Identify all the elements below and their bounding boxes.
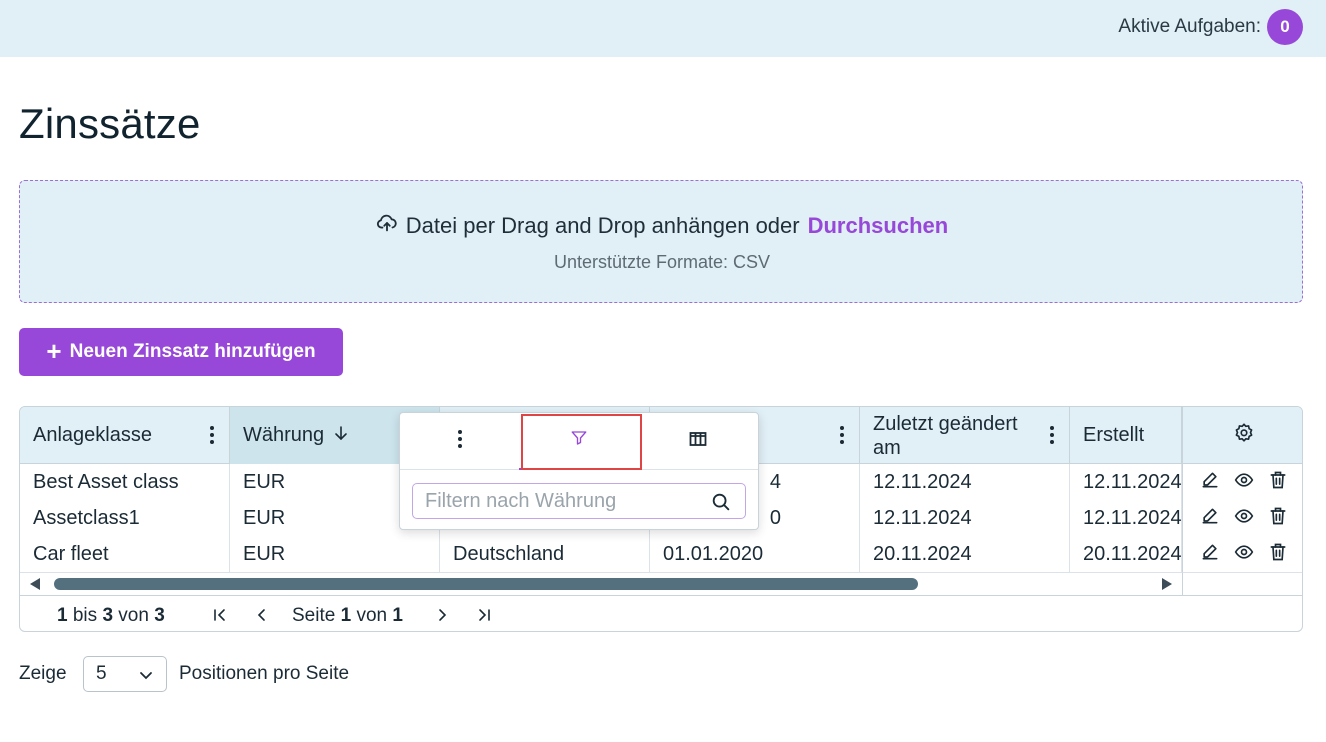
browse-link[interactable]: Durchsuchen — [808, 213, 949, 239]
scroll-right-icon[interactable] — [1162, 578, 1172, 590]
cell-anlageklasse: Car fleet — [20, 536, 230, 572]
column-header-erstellt[interactable]: Erstellt — [1070, 407, 1182, 464]
total-pages: 1 — [392, 605, 403, 626]
column-menu-icon[interactable] — [1043, 423, 1061, 447]
row-actions — [1183, 500, 1302, 536]
per-page-suffix: Positionen pro Seite — [179, 663, 350, 684]
menu-icon — [457, 429, 463, 454]
table-row[interactable]: Car fleet EUR Deutschland 01.01.2020 20.… — [20, 536, 1182, 572]
edit-icon[interactable] — [1200, 470, 1220, 495]
chevron-down-icon — [138, 667, 154, 689]
popup-tabs — [400, 413, 758, 470]
supported-formats: Unterstützte Formate: CSV — [553, 252, 771, 272]
search-icon — [710, 491, 732, 513]
row-actions — [1183, 464, 1302, 500]
trash-icon[interactable] — [1268, 470, 1288, 495]
cell-datum: 01.01.2020 — [650, 536, 860, 572]
scrollbar-thumb[interactable] — [54, 578, 918, 590]
dropzone-label: Datei per Drag and Drop anhängen oder — [405, 213, 800, 238]
pagination-range: 1 bis 3 von 3 — [57, 605, 165, 627]
cell-waehrung: EUR — [230, 536, 440, 572]
last-page-icon[interactable] — [473, 604, 495, 626]
active-tasks[interactable]: Aktive Aufgaben: 0 — [1118, 9, 1303, 45]
add-interest-rate-button[interactable]: + Neuen Zinssatz hinzufügen — [19, 328, 343, 376]
filter-icon — [570, 429, 588, 452]
prev-page-icon[interactable] — [251, 604, 273, 626]
dropzone-text: Datei per Drag and Drop anhängen oder Du… — [20, 212, 1304, 240]
actions-column — [1182, 407, 1302, 596]
per-page-value: 5 — [96, 663, 107, 684]
trash-icon[interactable] — [1268, 542, 1288, 567]
cell-anlageklasse: Best Asset class — [20, 464, 230, 500]
horizontal-scrollbar[interactable] — [20, 572, 1182, 596]
edit-icon[interactable] — [1200, 542, 1220, 567]
eye-icon[interactable] — [1233, 506, 1255, 531]
scroll-left-icon[interactable] — [30, 578, 40, 590]
column-label: Währung — [243, 424, 325, 446]
first-page-icon[interactable] — [209, 604, 231, 626]
per-page-select[interactable]: 5 — [83, 656, 167, 692]
column-label: Zuletzt geändert am — [873, 412, 1018, 459]
pagination: 1 bis 3 von 3 Seite 1 von 1 — [20, 597, 1302, 631]
eye-icon[interactable] — [1233, 542, 1255, 567]
cell-anlageklasse: Assetclass1 — [20, 500, 230, 536]
actions-header — [1183, 407, 1302, 464]
cell-erstellt: 12.11.2024 — [1070, 464, 1182, 500]
upload-cloud-icon — [376, 212, 398, 240]
file-dropzone[interactable]: Datei per Drag and Drop anhängen oder Du… — [19, 180, 1303, 303]
sort-down-icon[interactable] — [334, 425, 348, 446]
column-menu-icon[interactable] — [833, 423, 851, 447]
page-title: Zinssätze — [19, 100, 201, 147]
tab-general-menu[interactable] — [400, 413, 519, 470]
column-header-zuletzt-geaendert[interactable]: Zuletzt geändert am — [860, 407, 1070, 464]
column-label: Erstellt — [1083, 424, 1145, 446]
cell-zuletzt-geaendert: 12.11.2024 — [860, 464, 1070, 500]
filter-input[interactable] — [412, 483, 746, 519]
actions-scroll-spacer — [1182, 572, 1302, 596]
tab-filter[interactable] — [519, 413, 638, 470]
cell-land: Deutschland — [440, 536, 650, 572]
cell-erstellt: 20.11.2024 — [1070, 536, 1182, 572]
page-indicator: Seite 1 von 1 — [292, 605, 403, 627]
add-interest-rate-label: Neuen Zinssatz hinzufügen — [69, 341, 316, 362]
current-page: 1 — [340, 605, 352, 626]
active-tasks-badge[interactable]: 0 — [1267, 9, 1303, 45]
top-bar: Aktive Aufgaben: 0 — [0, 0, 1326, 57]
cell-zuletzt-geaendert: 20.11.2024 — [860, 536, 1070, 572]
edit-icon[interactable] — [1200, 506, 1220, 531]
range-total: 3 — [154, 605, 165, 626]
next-page-icon[interactable] — [431, 604, 453, 626]
page-of: von — [356, 605, 388, 626]
columns-icon — [689, 431, 707, 452]
plus-icon: + — [46, 336, 62, 366]
column-header-anlageklasse[interactable]: Anlageklasse — [20, 407, 230, 464]
tab-columns[interactable] — [638, 413, 757, 470]
range-to: 3 — [102, 605, 114, 626]
active-tasks-label: Aktive Aufgaben: — [1118, 16, 1261, 37]
range-from: 1 — [57, 605, 68, 626]
column-label: Anlageklasse — [33, 424, 152, 446]
page-label: Seite — [292, 605, 336, 626]
range-of: von — [118, 605, 149, 626]
column-menu-icon[interactable] — [203, 423, 221, 447]
row-actions — [1183, 536, 1302, 572]
range-sep: bis — [72, 605, 98, 626]
per-page-prefix: Zeige — [19, 663, 67, 684]
settings-gear-icon[interactable] — [1233, 422, 1255, 449]
column-filter-popup — [399, 412, 759, 530]
cell-erstellt: 12.11.2024 — [1070, 500, 1182, 536]
cell-zuletzt-geaendert: 12.11.2024 — [860, 500, 1070, 536]
trash-icon[interactable] — [1268, 506, 1288, 531]
eye-icon[interactable] — [1233, 470, 1255, 495]
